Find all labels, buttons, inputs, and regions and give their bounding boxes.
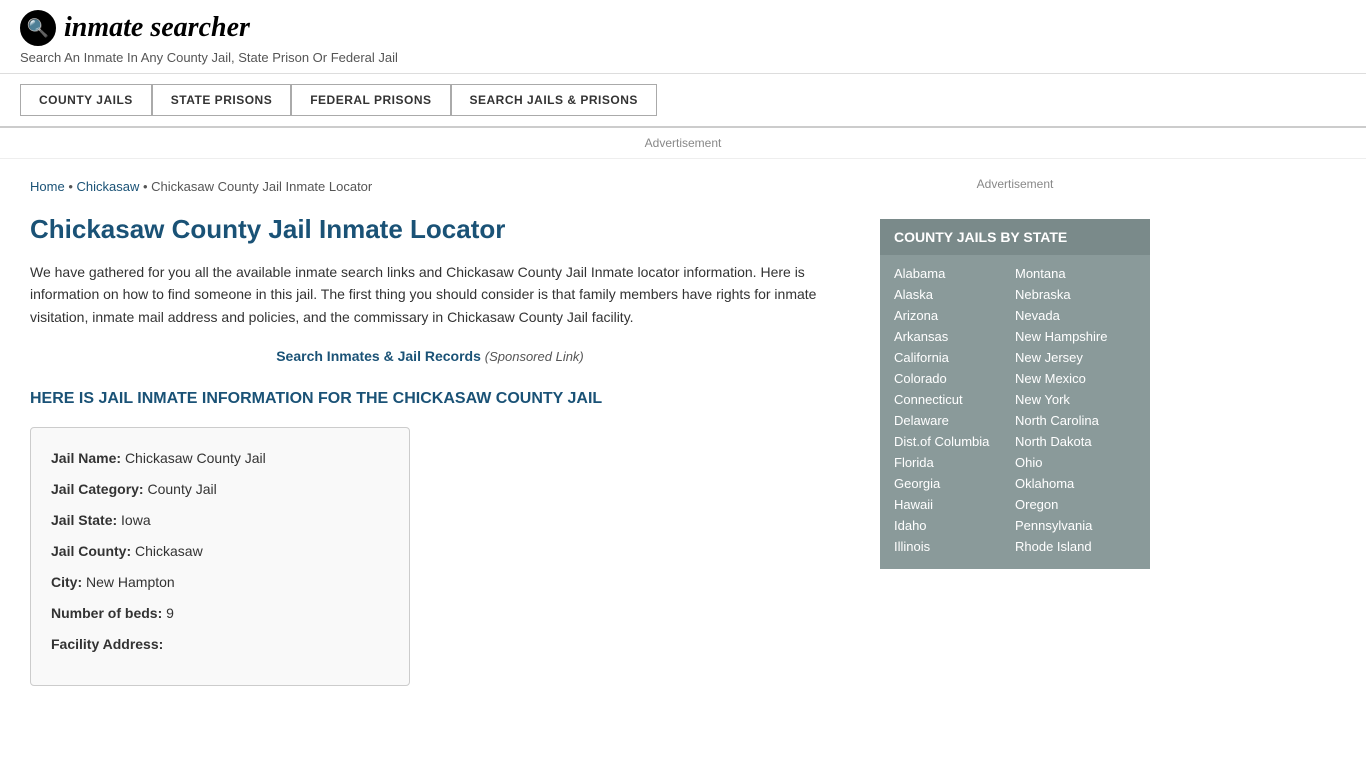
states-col2: MontanaNebraskaNevadaNew HampshireNew Je… (1015, 263, 1136, 557)
state-link[interactable]: Ohio (1015, 452, 1136, 473)
nav: COUNTY JAILS STATE PRISONS FEDERAL PRISO… (0, 74, 1366, 128)
breadcrumb-sep2: • (143, 179, 151, 194)
logo-icon: 🔍 (20, 10, 56, 46)
state-link[interactable]: Georgia (894, 473, 1015, 494)
breadcrumb-current: Chickasaw County Jail Inmate Locator (151, 179, 372, 194)
jail-state-row: Jail State: Iowa (51, 510, 389, 531)
state-widget: COUNTY JAILS BY STATE AlabamaAlaskaArizo… (880, 219, 1150, 569)
state-link[interactable]: Arkansas (894, 326, 1015, 347)
states-col1: AlabamaAlaskaArizonaArkansasCaliforniaCo… (894, 263, 1015, 557)
logo-text-2: searcher (150, 12, 250, 43)
state-link[interactable]: North Carolina (1015, 410, 1136, 431)
state-link[interactable]: Rhode Island (1015, 536, 1136, 557)
state-link[interactable]: Alaska (894, 284, 1015, 305)
state-widget-title: COUNTY JAILS BY STATE (880, 219, 1150, 255)
beds-label: Number of beds: (51, 605, 162, 621)
info-box: Jail Name: Chickasaw County Jail Jail Ca… (30, 427, 410, 686)
jail-category-label: Jail Category: (51, 481, 144, 497)
content-area: Home • Chickasaw • Chickasaw County Jail… (0, 159, 860, 706)
state-link[interactable]: New York (1015, 389, 1136, 410)
breadcrumb-chickasaw[interactable]: Chickasaw (76, 179, 139, 194)
state-link[interactable]: Nevada (1015, 305, 1136, 326)
info-heading: HERE IS JAIL INMATE INFORMATION FOR THE … (30, 388, 830, 410)
city-label: City: (51, 574, 82, 590)
page-title: Chickasaw County Jail Inmate Locator (30, 214, 830, 245)
state-link[interactable]: Colorado (894, 368, 1015, 389)
state-link[interactable]: Idaho (894, 515, 1015, 536)
state-link[interactable]: New Jersey (1015, 347, 1136, 368)
nav-federal-prisons[interactable]: FEDERAL PRISONS (291, 84, 450, 116)
sponsored-suffix: (Sponsored Link) (485, 349, 584, 364)
sidebar: Advertisement COUNTY JAILS BY STATE Alab… (860, 159, 1170, 706)
jail-category-row: Jail Category: County Jail (51, 479, 389, 500)
header: 🔍 inmate searcher Search An Inmate In An… (0, 0, 1366, 74)
state-link[interactable]: Alabama (894, 263, 1015, 284)
logo-area: 🔍 inmate searcher (20, 10, 1346, 46)
city-row: City: New Hampton (51, 572, 389, 593)
tagline: Search An Inmate In Any County Jail, Sta… (20, 50, 1346, 65)
state-link[interactable]: New Mexico (1015, 368, 1136, 389)
breadcrumb: Home • Chickasaw • Chickasaw County Jail… (30, 179, 830, 194)
sponsored-link[interactable]: Search Inmates & Jail Records (276, 348, 481, 364)
facility-address-row: Facility Address: (51, 634, 389, 655)
breadcrumb-home[interactable]: Home (30, 179, 65, 194)
state-link[interactable]: North Dakota (1015, 431, 1136, 452)
state-link[interactable]: Delaware (894, 410, 1015, 431)
state-link[interactable]: New Hampshire (1015, 326, 1136, 347)
state-grid: AlabamaAlaskaArizonaArkansasCaliforniaCo… (880, 255, 1150, 569)
jail-county-row: Jail County: Chickasaw (51, 541, 389, 562)
state-link[interactable]: Pennsylvania (1015, 515, 1136, 536)
nav-state-prisons[interactable]: STATE PRISONS (152, 84, 291, 116)
state-link[interactable]: Oklahoma (1015, 473, 1136, 494)
state-link[interactable]: Illinois (894, 536, 1015, 557)
sponsored-link-area: Search Inmates & Jail Records (Sponsored… (30, 348, 830, 364)
logo-text: inmate searcher (64, 12, 250, 44)
jail-state-label: Jail State: (51, 512, 117, 528)
state-link[interactable]: Connecticut (894, 389, 1015, 410)
ad-banner: Advertisement (0, 128, 1366, 159)
state-link[interactable]: California (894, 347, 1015, 368)
nav-search-jails[interactable]: SEARCH JAILS & PRISONS (451, 84, 657, 116)
facility-address-label: Facility Address: (51, 636, 163, 652)
state-link[interactable]: Oregon (1015, 494, 1136, 515)
state-link[interactable]: Montana (1015, 263, 1136, 284)
jail-county-label: Jail County: (51, 543, 131, 559)
main-layout: Home • Chickasaw • Chickasaw County Jail… (0, 159, 1366, 706)
sidebar-ad: Advertisement (880, 169, 1150, 199)
nav-items: COUNTY JAILS STATE PRISONS FEDERAL PRISO… (20, 84, 1346, 116)
state-link[interactable]: Florida (894, 452, 1015, 473)
nav-county-jails[interactable]: COUNTY JAILS (20, 84, 152, 116)
jail-name-label: Jail Name: (51, 450, 121, 466)
state-link[interactable]: Arizona (894, 305, 1015, 326)
description: We have gathered for you all the availab… (30, 261, 830, 328)
state-link[interactable]: Hawaii (894, 494, 1015, 515)
jail-name-row: Jail Name: Chickasaw County Jail (51, 448, 389, 469)
logo-text-1: inmate (64, 12, 143, 43)
state-link[interactable]: Nebraska (1015, 284, 1136, 305)
beds-row: Number of beds: 9 (51, 603, 389, 624)
state-link[interactable]: Dist.of Columbia (894, 431, 1015, 452)
